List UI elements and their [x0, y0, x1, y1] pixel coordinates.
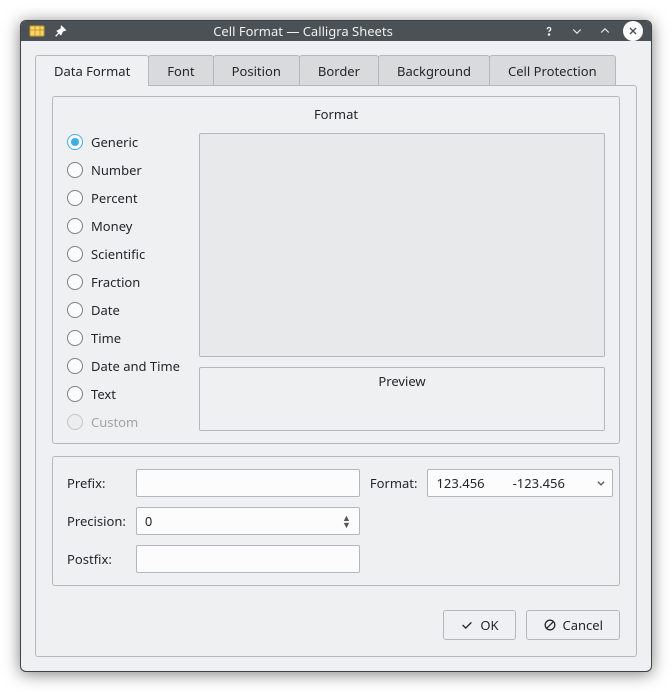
pin-icon[interactable] [53, 24, 67, 38]
radio-text[interactable]: Text [67, 385, 187, 403]
prefix-label: Prefix: [67, 474, 126, 492]
format-combo-pos: 123.456 [436, 474, 484, 492]
radio-label: Number [91, 161, 142, 179]
preview-box: Preview [199, 367, 605, 431]
format-combo-neg: -123.456 [513, 474, 565, 492]
radio-time[interactable]: Time [67, 329, 187, 347]
cancel-button[interactable]: Cancel [526, 610, 620, 640]
format-label: Format: [370, 474, 418, 492]
radio-label: Custom [91, 413, 138, 431]
ok-button-label: OK [480, 616, 498, 634]
minimize-button[interactable] [567, 21, 587, 41]
dialog-window: Cell Format — Calligra Sheets Data Forma… [20, 20, 652, 672]
format-detail-box[interactable] [199, 133, 605, 357]
tab-font[interactable]: Font [148, 55, 213, 86]
maximize-button[interactable] [595, 21, 615, 41]
cancel-button-label: Cancel [563, 616, 603, 634]
ok-button[interactable]: OK [443, 610, 515, 640]
app-icon [29, 23, 45, 39]
radio-custom: Custom [67, 413, 187, 431]
precision-label: Precision: [67, 512, 126, 530]
check-icon [460, 618, 474, 632]
radio-label: Percent [91, 189, 138, 207]
help-button[interactable] [539, 21, 559, 41]
dialog-content: Data Format Font Position Border Backgro… [21, 41, 651, 671]
precision-spinbox[interactable]: 0 ▲ ▼ [136, 507, 360, 535]
tab-data-format[interactable]: Data Format [35, 55, 149, 86]
radio-generic[interactable]: Generic [67, 133, 187, 151]
precision-value: 0 [145, 512, 152, 530]
format-combo[interactable]: 123.456 -123.456 [427, 469, 613, 497]
dialog-buttons: OK Cancel [52, 610, 620, 640]
tab-pane: Format Generic Number Percent Money Scie… [35, 85, 637, 657]
radio-label: Date [91, 301, 120, 319]
postfix-input[interactable] [136, 545, 360, 573]
tabbar: Data Format Font Position Border Backgro… [35, 55, 637, 86]
radio-label: Scientific [91, 245, 145, 263]
radio-label: Date and Time [91, 357, 180, 375]
tab-border[interactable]: Border [299, 55, 379, 86]
tab-position[interactable]: Position [213, 55, 300, 86]
radio-label: Fraction [91, 273, 140, 291]
radio-scientific[interactable]: Scientific [67, 245, 187, 263]
format-detail-column: Preview [199, 133, 605, 431]
format-group-title: Format [67, 105, 605, 123]
spin-down-icon[interactable]: ▼ [342, 521, 351, 528]
prefix-input[interactable] [136, 469, 360, 497]
tab-cell-protection[interactable]: Cell Protection [489, 55, 616, 86]
radio-date[interactable]: Date [67, 301, 187, 319]
window-title: Cell Format — Calligra Sheets [75, 22, 531, 40]
radio-label: Money [91, 217, 132, 235]
tab-background[interactable]: Background [378, 55, 490, 86]
cancel-icon [543, 618, 557, 632]
radio-label: Time [91, 329, 121, 347]
preview-label: Preview [378, 372, 425, 390]
radio-fraction[interactable]: Fraction [67, 273, 187, 291]
format-radio-list: Generic Number Percent Money Scientific … [67, 133, 187, 431]
close-button[interactable] [623, 21, 643, 41]
radio-label: Generic [91, 133, 138, 151]
radio-label: Text [91, 385, 116, 403]
chevron-down-icon [596, 478, 606, 488]
fields-group: Prefix: Format: 123.456 -123.456 Precisi… [52, 456, 620, 586]
radio-date-and-time[interactable]: Date and Time [67, 357, 187, 375]
radio-money[interactable]: Money [67, 217, 187, 235]
radio-percent[interactable]: Percent [67, 189, 187, 207]
titlebar: Cell Format — Calligra Sheets [21, 21, 651, 41]
format-group: Format Generic Number Percent Money Scie… [52, 96, 620, 444]
postfix-label: Postfix: [67, 550, 126, 568]
radio-number[interactable]: Number [67, 161, 187, 179]
